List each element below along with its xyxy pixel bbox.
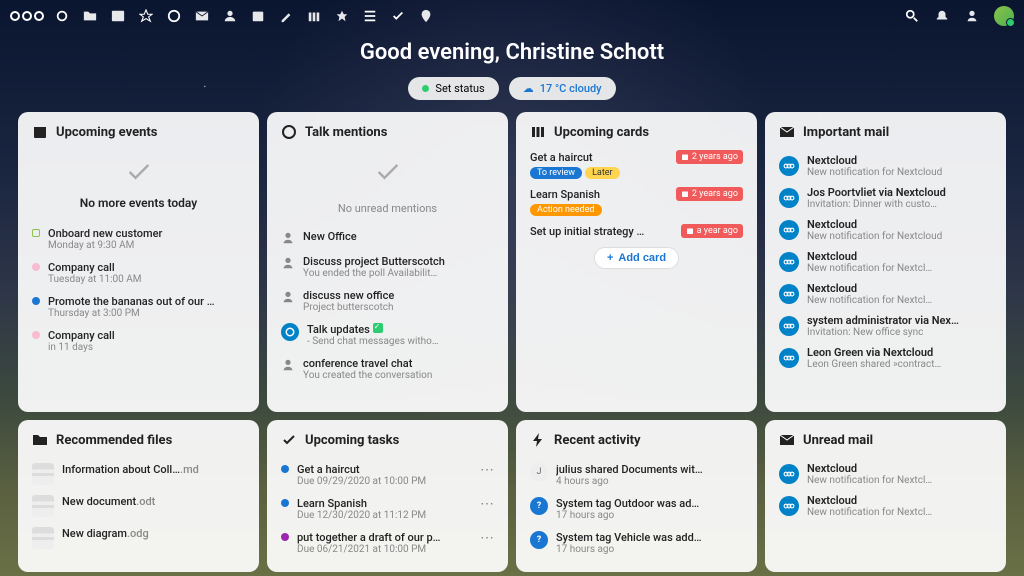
top-bar [0,0,1024,32]
check-icon [125,158,153,186]
file-thumb [32,495,54,517]
nextcloud-icon [779,252,799,272]
talk-icon[interactable] [166,8,182,24]
widget-recommended-files: Recommended files Information about Coll… [18,420,259,572]
more-icon[interactable]: ⋯ [480,531,494,545]
dashboard-icon[interactable] [54,8,70,24]
task-item[interactable]: Get a haircutDue 09/29/2020 at 10:00 PM … [281,458,494,492]
calendar-icon[interactable] [250,8,266,24]
file-thumb [32,463,54,485]
contacts-menu-icon[interactable] [964,8,980,24]
add-card-button[interactable]: + Add card [594,247,679,269]
mail-item[interactable]: Jos Poortvliet via NextcloudInvitation: … [779,182,992,214]
event-item[interactable]: Company callin 11 days [32,324,245,358]
activity-avatar: J [530,463,548,481]
nextcloud-icon [779,316,799,336]
maps-icon[interactable] [418,8,434,24]
lightning-icon [530,432,546,448]
file-item[interactable]: New diagram.odg [32,522,245,554]
talk-item[interactable]: conference travel chatYou created the co… [281,352,494,386]
activity-avatar: ? [530,531,548,549]
deck-icon [530,124,546,140]
topbar-right [904,6,1014,26]
talk-icon [281,124,297,140]
list-icon[interactable] [362,8,378,24]
dashboard-grid: Upcoming events No more events today Onb… [0,112,1024,572]
task-item[interactable]: put together a draft of our p…Due 06/21/… [281,526,494,560]
nextcloud-icon [779,220,799,240]
event-item[interactable]: Onboard new customerMonday at 9:30 AM [32,222,245,256]
nextcloud-icon [779,348,799,368]
deck-card[interactable]: Set up initial strategy …a year ago [530,224,743,238]
activity-item[interactable]: ? System tag Outdoor was ad…17 hours ago [530,492,743,526]
folder-icon [32,432,48,448]
talk-item[interactable]: Discuss project ButterscotchYou ended th… [281,250,494,284]
mail-item[interactable]: Leon Green via NextcloudLeon Green share… [779,342,992,374]
talk-empty-state [281,150,494,202]
mail-item[interactable]: NextcloudNew notification for Nextcl… [779,458,992,490]
file-item[interactable]: New document.odt [32,490,245,522]
nextcloud-icon [779,464,799,484]
calendar-icon [32,124,48,140]
widget-upcoming-tasks: Upcoming tasks Get a haircutDue 09/29/20… [267,420,508,572]
widget-recent-activity: Recent activity J julius shared Document… [516,420,757,572]
widget-talk-mentions: Talk mentions No unread mentions New Off… [267,112,508,412]
mail-item[interactable]: NextcloudNew notification for Nextcl… [779,246,992,278]
mail-icon [779,124,795,140]
check-icon [281,432,297,448]
deck-card[interactable]: Get a haircut2 years ago To reviewLater [530,150,743,179]
nextcloud-icon [779,496,799,516]
notes-icon[interactable] [278,8,294,24]
activity-icon[interactable] [138,8,154,24]
files-icon[interactable] [82,8,98,24]
deck-card[interactable]: Learn Spanish2 years ago Action needed [530,187,743,216]
nextcloud-icon [779,156,799,176]
photos-icon[interactable] [110,8,126,24]
weather-pill[interactable]: ☁ 17 °C cloudy [509,77,616,100]
dashboard-header: Good evening, Christine Schott Set statu… [0,32,1024,112]
task-item[interactable]: Learn SpanishDue 12/30/2020 at 11:12 PM … [281,492,494,526]
talk-item[interactable]: New Office [281,225,494,250]
event-item[interactable]: Promote the bananas out of our …Thursday… [32,290,245,324]
mail-item[interactable]: NextcloudNew notification for Nextcloud [779,214,992,246]
talk-item[interactable]: Talk updates - Send chat messages witho… [281,318,494,352]
nextcloud-icon [779,188,799,208]
mail-icon [779,432,795,448]
more-icon[interactable]: ⋯ [480,463,494,477]
activity-avatar: ? [530,497,548,515]
nextcloud-icon [779,284,799,304]
app-nav [54,8,434,24]
mail-item[interactable]: NextcloudNew notification for Nextcl… [779,278,992,310]
set-status-button[interactable]: Set status [408,77,498,100]
mail-item[interactable]: NextcloudNew notification for Nextcl… [779,490,992,522]
mail-item[interactable]: NextcloudNew notification for Nextcloud [779,150,992,182]
activity-item[interactable]: ? System tag Vehicle was add…17 hours ag… [530,526,743,560]
events-empty-state: No more events today [32,150,245,222]
check-icon [374,158,402,186]
widget-important-mail: Important mail NextcloudNew notification… [765,112,1006,412]
activity-item[interactable]: J julius shared Documents wit…4 hours ag… [530,458,743,492]
widget-unread-mail: Unread mail NextcloudNew notification fo… [765,420,1006,572]
deck-icon[interactable] [306,8,322,24]
more-icon[interactable]: ⋯ [480,497,494,511]
mail-item[interactable]: system administrator via Nex…Invitation:… [779,310,992,342]
talk-item[interactable]: discuss new officeProject butterscotch [281,284,494,318]
user-avatar[interactable] [994,6,1014,26]
file-item[interactable]: Information about Coll….md [32,458,245,490]
contacts-icon[interactable] [222,8,238,24]
mail-icon[interactable] [194,8,210,24]
widget-upcoming-events: Upcoming events No more events today Onb… [18,112,259,412]
file-thumb [32,527,54,549]
logo[interactable] [10,11,44,21]
search-icon[interactable] [904,8,920,24]
tasks-icon[interactable] [390,8,406,24]
notifications-icon[interactable] [934,8,950,24]
widget-upcoming-cards: Upcoming cards Get a haircut2 years ago … [516,112,757,412]
greeting-text: Good evening, Christine Schott [0,40,1024,65]
event-item[interactable]: Company callTuesday at 11:00 AM [32,256,245,290]
forms-icon[interactable] [334,8,350,24]
